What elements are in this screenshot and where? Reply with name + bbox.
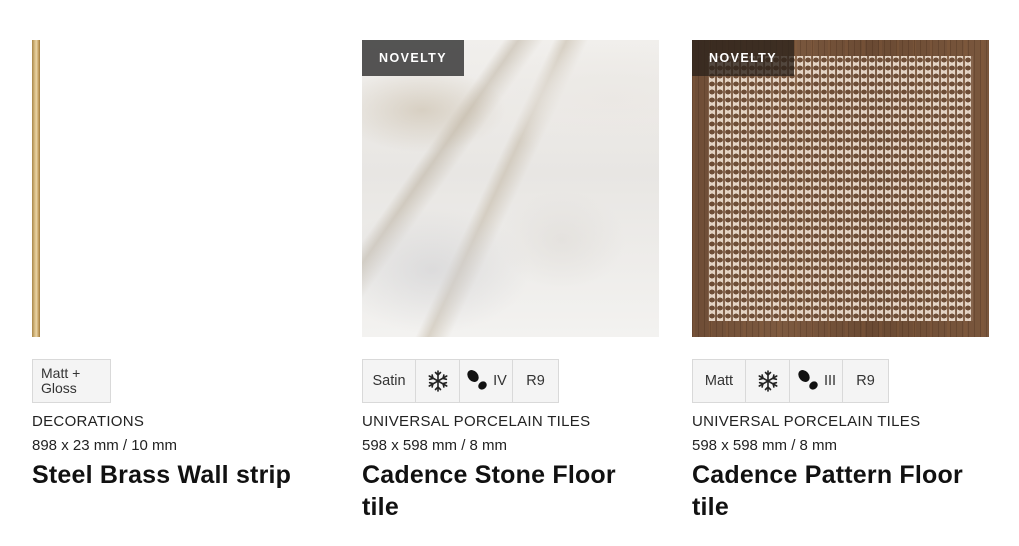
product-card-cadence-pattern[interactable]: NOVELTY Matt III R9 UNIVERSAL PORCELAIN …: [692, 40, 989, 521]
product-image-link[interactable]: NOVELTY: [362, 40, 659, 337]
product-card-cadence-stone[interactable]: NOVELTY Satin IV R9 UNIVERSAL PORCELAIN …: [362, 40, 659, 521]
product-attributes: Satin IV R9: [362, 359, 559, 403]
finish-attribute: Matt: [692, 359, 746, 403]
product-image-marble-tile: [362, 40, 659, 337]
product-image-brass-strip: [32, 40, 40, 337]
abrasion-class-attribute: III: [789, 359, 843, 403]
product-attributes: Matt III R9: [692, 359, 889, 403]
frost-resistance-attribute: [745, 359, 790, 403]
slip-resistance-label: R9: [526, 373, 545, 389]
product-card-steel-brass-wall-strip[interactable]: Matt + Gloss DECORATIONS 898 x 23 mm / 1…: [32, 40, 329, 489]
slip-resistance-attribute: R9: [512, 359, 559, 403]
product-name-link[interactable]: Steel Brass Wall strip: [32, 459, 329, 491]
snowflake-icon: [756, 369, 780, 393]
product-attributes: Matt + Gloss: [32, 359, 111, 403]
finish-label: Satin: [372, 373, 406, 389]
snowflake-icon: [426, 369, 450, 393]
abrasion-class-attribute: IV: [459, 359, 513, 403]
slip-resistance-attribute: R9: [842, 359, 889, 403]
frost-resistance-attribute: [415, 359, 460, 403]
slip-resistance-label: R9: [856, 373, 875, 389]
product-dimensions: 598 x 598 mm / 8 mm: [692, 437, 838, 454]
footprint-icon: [465, 369, 491, 393]
finish-label: Matt: [704, 373, 734, 389]
footprint-icon: [796, 369, 822, 393]
product-category: DECORATIONS: [32, 413, 145, 430]
product-name-link[interactable]: Cadence Pattern Floor tile: [692, 459, 989, 523]
abrasion-class-label: III: [823, 373, 837, 389]
abrasion-class-label: IV: [493, 373, 507, 389]
product-image-link[interactable]: [32, 40, 329, 337]
product-dimensions: 598 x 598 mm / 8 mm: [362, 437, 508, 454]
product-image-lattice-pattern: [708, 56, 973, 321]
product-image-link[interactable]: NOVELTY: [692, 40, 989, 337]
product-category: UNIVERSAL PORCELAIN TILES: [692, 413, 921, 430]
novelty-badge: NOVELTY: [692, 40, 794, 76]
finish-attribute: Matt + Gloss: [32, 359, 111, 403]
product-name-link[interactable]: Cadence Stone Floor tile: [362, 459, 659, 523]
product-category: UNIVERSAL PORCELAIN TILES: [362, 413, 591, 430]
finish-label: Matt + Gloss: [41, 365, 81, 396]
novelty-badge: NOVELTY: [362, 40, 464, 76]
product-dimensions: 898 x 23 mm / 10 mm: [32, 437, 178, 454]
finish-attribute: Satin: [362, 359, 416, 403]
